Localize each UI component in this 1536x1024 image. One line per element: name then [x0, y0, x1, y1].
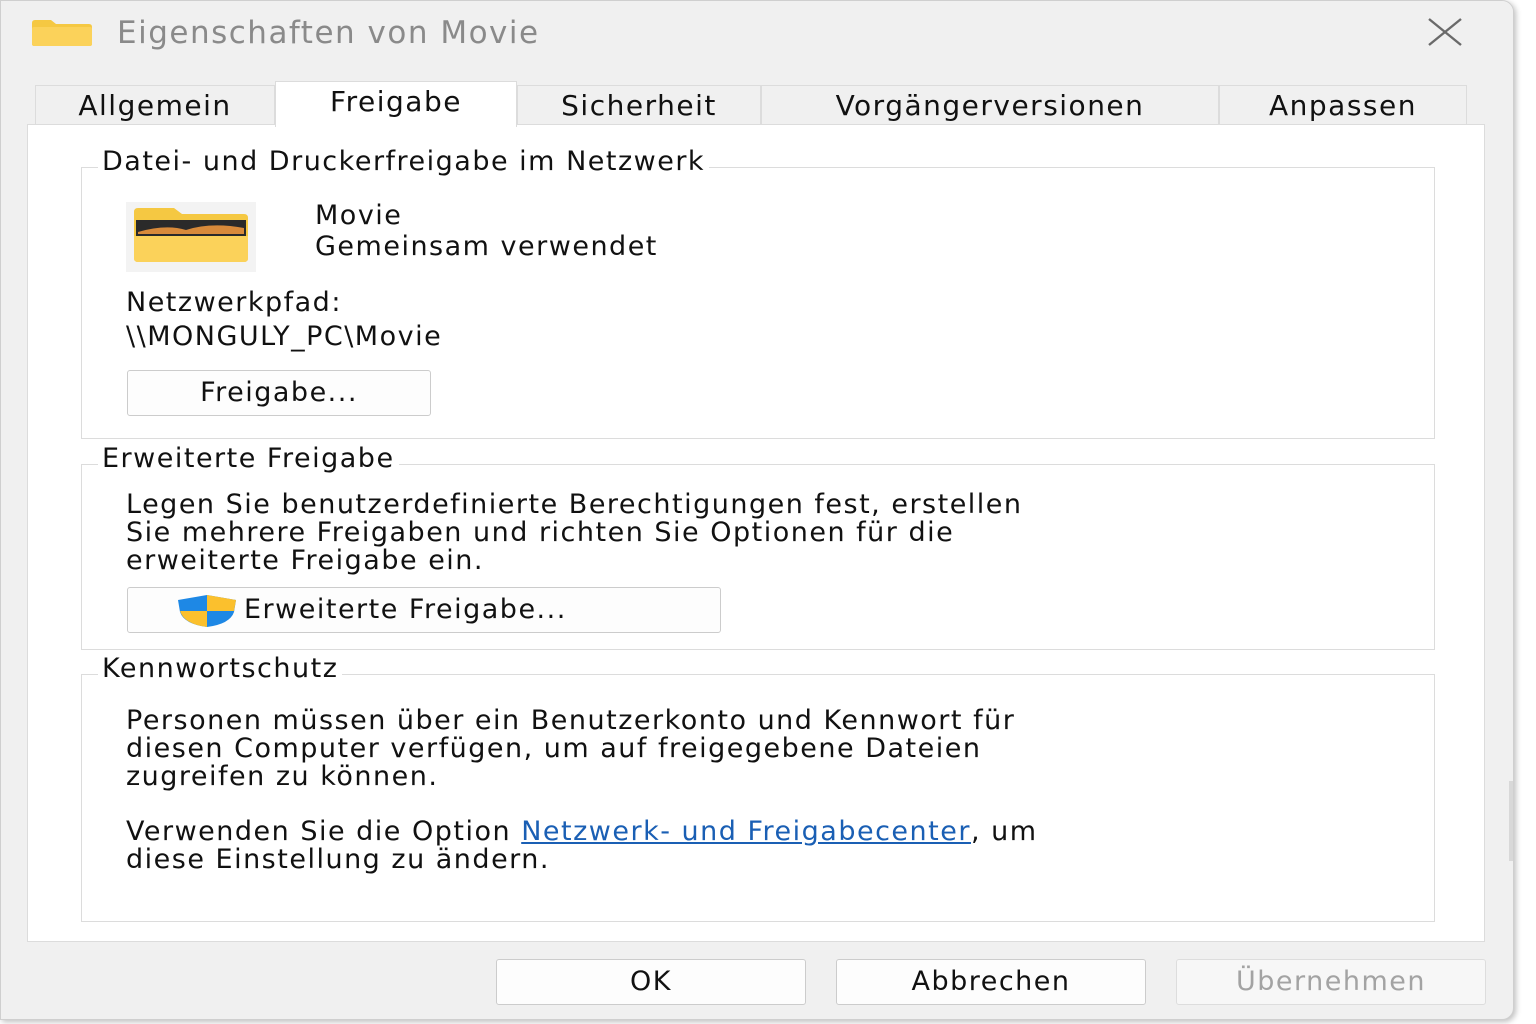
network-sharing-group: Datei- und Druckerfreigabe im Netzwerk M… — [81, 146, 1435, 439]
tab-allgemein[interactable]: Allgemein — [35, 85, 275, 125]
advanced-sharing-desc-line-2: Sie mehrere Freigaben und richten Sie Op… — [126, 517, 955, 548]
folder-icon — [31, 19, 93, 47]
ok-button[interactable]: OK — [496, 959, 806, 1005]
share-button[interactable]: Freigabe... — [127, 370, 431, 416]
advanced-sharing-desc-line-3: erweiterte Freigabe ein. — [126, 545, 484, 576]
advanced-sharing-title: Erweiterte Freigabe — [98, 443, 399, 474]
password-protection-group: Kennwortschutz Personen müssen über ein … — [81, 653, 1435, 922]
tab-freigabe[interactable]: Freigabe — [275, 81, 517, 127]
network-sharing-center-link[interactable]: Netzwerk- und Freigabecenter — [521, 816, 971, 847]
advanced-sharing-group: Erweiterte Freigabe Legen Sie benutzerde… — [81, 443, 1435, 650]
tab-panel-freigabe: Datei- und Druckerfreigabe im Netzwerk M… — [27, 124, 1485, 942]
tab-sicherheit[interactable]: Sicherheit — [517, 85, 761, 125]
password-protection-title: Kennwortschutz — [98, 653, 343, 684]
tab-anpassen[interactable]: Anpassen — [1219, 85, 1467, 125]
close-button[interactable] — [1417, 11, 1473, 57]
network-path-label: Netzwerkpfad: — [126, 287, 342, 318]
cancel-button[interactable]: Abbrechen — [836, 959, 1146, 1005]
advanced-sharing-desc-line-1: Legen Sie benutzerdefinierte Berechtigun… — [126, 489, 1023, 520]
password-desc-line-2: diesen Computer verfügen, um auf freigeg… — [126, 733, 982, 764]
shared-folder-icon — [126, 202, 256, 272]
password-hint-prefix: Verwenden Sie die Option — [126, 816, 522, 847]
window-title: Eigenschaften von Movie — [117, 15, 540, 51]
network-sharing-title: Datei- und Druckerfreigabe im Netzwerk — [98, 146, 710, 177]
uac-shield-icon — [176, 594, 238, 628]
window-edge — [1509, 781, 1513, 861]
title-bar: Eigenschaften von Movie — [1, 1, 1513, 69]
password-desc-line-3: zugreifen zu können. — [126, 761, 439, 792]
password-hint-suffix: , um — [970, 816, 1038, 847]
close-icon — [1428, 18, 1462, 46]
password-hint-line-2: diese Einstellung zu ändern. — [126, 844, 550, 875]
folder-name: Movie — [315, 200, 403, 231]
advanced-sharing-button-label: Erweiterte Freigabe... — [244, 594, 567, 625]
advanced-sharing-button[interactable]: Erweiterte Freigabe... — [127, 587, 721, 633]
tab-vorgaengerversionen[interactable]: Vorgängerversionen — [761, 85, 1219, 125]
password-desc-line-1: Personen müssen über ein Benutzerkonto u… — [126, 705, 1016, 736]
properties-dialog: Eigenschaften von Movie Allgemein Freiga… — [0, 0, 1514, 1020]
password-hint-line-1: Verwenden Sie die Option Netzwerk- und F… — [126, 818, 1038, 846]
network-path-value: \\MONGULY_PC\Movie — [126, 321, 443, 352]
apply-button[interactable]: Übernehmen — [1176, 959, 1486, 1005]
share-status: Gemeinsam verwendet — [315, 231, 658, 262]
